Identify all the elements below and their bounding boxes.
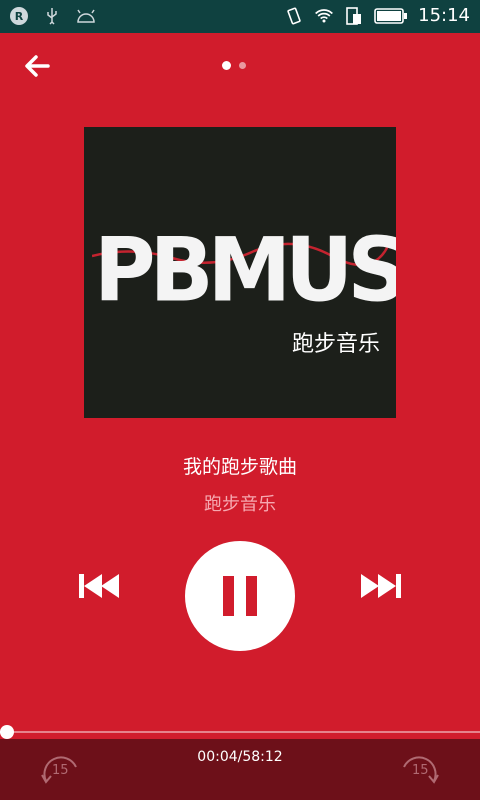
sim-icon <box>344 6 364 26</box>
track-title: 我的跑步歌曲 <box>182 456 297 478</box>
next-track-button[interactable] <box>360 571 402 601</box>
rewind-seconds: 15 <box>52 763 69 778</box>
skip-previous-icon <box>79 574 119 598</box>
cover-subtitle: 跑步音乐 <box>292 332 381 357</box>
page-indicator <box>222 61 246 70</box>
android-debug-icon <box>76 6 96 26</box>
bottom-bar: 15 00:04/58:12 15 <box>0 739 480 800</box>
track-artist: 跑步音乐 <box>204 494 276 515</box>
app-notification-icon: R <box>10 7 28 25</box>
seek-thumb[interactable] <box>0 725 14 739</box>
usb-icon <box>42 6 62 26</box>
back-arrow-icon[interactable] <box>20 52 56 80</box>
pause-button[interactable] <box>185 541 295 651</box>
pause-icon-bar <box>246 576 257 616</box>
cover-logo-text: PBMUSIC <box>94 218 396 322</box>
album-cover: PBMUSIC 跑步音乐 <box>84 127 396 418</box>
forward-15-button[interactable]: 15 <box>398 751 442 791</box>
wifi-icon <box>314 6 334 26</box>
previous-track-button[interactable] <box>78 571 120 601</box>
battery-icon <box>374 6 408 26</box>
forward-seconds: 15 <box>412 763 429 778</box>
page-dot-inactive <box>239 62 246 69</box>
clock: 15:14 <box>418 5 470 26</box>
seek-track <box>0 731 480 733</box>
status-bar: R 15:14 <box>0 0 480 33</box>
skip-next-icon <box>361 574 401 598</box>
seek-bar[interactable] <box>0 725 480 739</box>
pause-icon <box>223 576 234 616</box>
vibrate-icon <box>284 6 304 26</box>
page-dot-active <box>222 61 231 70</box>
